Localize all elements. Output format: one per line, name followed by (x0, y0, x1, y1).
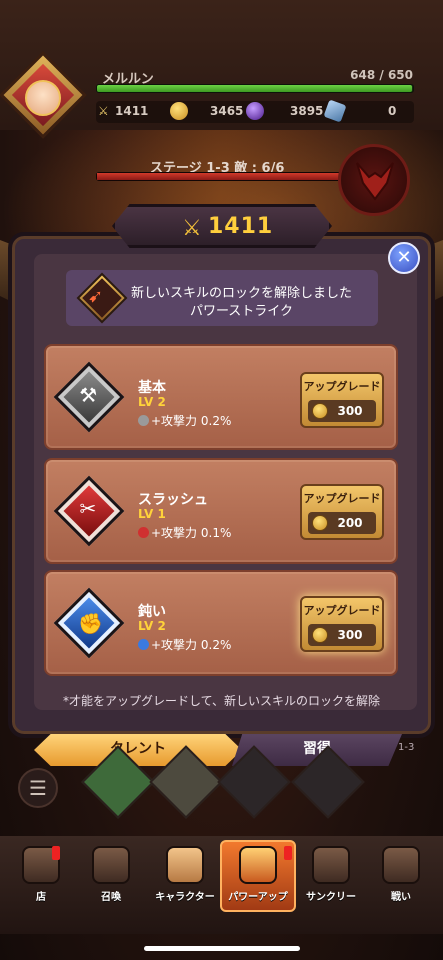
nav-character[interactable]: キャラクター (150, 842, 220, 906)
panel-power-value: 1411 (208, 214, 274, 239)
stage-progress-bar (96, 172, 356, 181)
unlock-message: 新しいスキルのロックを解除しました (130, 286, 352, 301)
gold-coin-icon (312, 627, 328, 643)
skill-level: LV 1 (138, 507, 166, 521)
orb-icon (246, 102, 264, 120)
skill-name: 基本 (138, 380, 166, 396)
home-indicator[interactable] (144, 946, 300, 951)
power-value: 1411 (115, 104, 149, 118)
sanctuary-icon (312, 846, 350, 884)
summon-icon (92, 846, 130, 884)
upgrade-button[interactable]: アップグレード 300 (300, 596, 384, 652)
skill-level: LV 2 (138, 395, 166, 409)
gold-coin-icon (312, 403, 328, 419)
skill-name: スラッシュ (138, 492, 208, 508)
battle-icon (382, 846, 420, 884)
close-button[interactable]: ✕ (388, 242, 420, 274)
attack-icon (138, 415, 149, 426)
menu-button[interactable]: ☰ (18, 768, 58, 808)
gold-value: 3465 (210, 104, 244, 118)
skill-effect: +攻撃力 0.1% (138, 524, 231, 541)
alert-badge (52, 846, 60, 860)
gem-value: 0 (388, 104, 397, 118)
nav-shop[interactable]: 店 (6, 842, 76, 906)
gold-coin-icon (170, 102, 188, 120)
skill-level: LV 2 (138, 619, 166, 633)
upgrade-button[interactable]: アップグレード 200 (300, 484, 384, 540)
nav-sanctuary[interactable]: サンクリー (296, 842, 366, 906)
unlock-hint: *才能をアップグレードして、新しいスキルのロックを解除 (62, 694, 381, 708)
nav-summon[interactable]: 召喚 (76, 842, 146, 906)
crossed-swords-icon: ⚔ (182, 216, 202, 241)
orb-value: 3895 (290, 104, 324, 118)
skill-effect: +攻撃力 0.2% (138, 636, 231, 653)
stage-side-label: 1-3 (398, 742, 415, 753)
nav-battle[interactable]: 戦い (366, 842, 436, 906)
powerup-icon (239, 846, 277, 884)
unlock-skill-name: パワーストライク (189, 304, 294, 319)
hp-bar (96, 84, 414, 93)
hp-text: 648 / 650 (350, 68, 413, 82)
boss-demon-icon[interactable] (338, 144, 410, 216)
skill-name: 鈍い (138, 604, 166, 620)
character-icon (166, 846, 204, 884)
power-icon: ⚔ (98, 104, 109, 118)
gold-coin-icon (312, 515, 328, 531)
tab-talent[interactable]: タレント (34, 734, 242, 766)
attack-icon (138, 639, 149, 650)
avatar[interactable] (25, 80, 61, 116)
alert-badge (284, 846, 292, 860)
skill-effect: +攻撃力 0.2% (138, 412, 231, 429)
upgrade-button[interactable]: アップグレード 300 (300, 372, 384, 428)
attack-icon (138, 527, 149, 538)
